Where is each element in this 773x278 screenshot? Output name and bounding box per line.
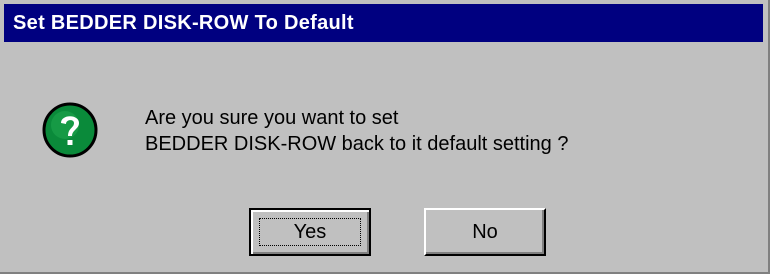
message-line-1: Are you sure you want to set — [145, 107, 399, 129]
dialog-message: Are you sure you want to set BEDDER DISK… — [145, 105, 569, 157]
yes-button-label: Yes — [293, 220, 327, 243]
confirm-dialog: Set BEDDER DISK-ROW To Default Are you s… — [0, 0, 770, 274]
no-button-label: No — [472, 220, 498, 243]
question-icon — [41, 101, 99, 159]
no-button[interactable]: No — [424, 208, 546, 256]
dialog-title: Set BEDDER DISK-ROW To Default — [13, 11, 354, 34]
yes-button[interactable]: Yes — [249, 208, 371, 256]
title-bar[interactable]: Set BEDDER DISK-ROW To Default — [4, 4, 763, 42]
message-line-2: BEDDER DISK-ROW back to it default setti… — [145, 133, 569, 155]
